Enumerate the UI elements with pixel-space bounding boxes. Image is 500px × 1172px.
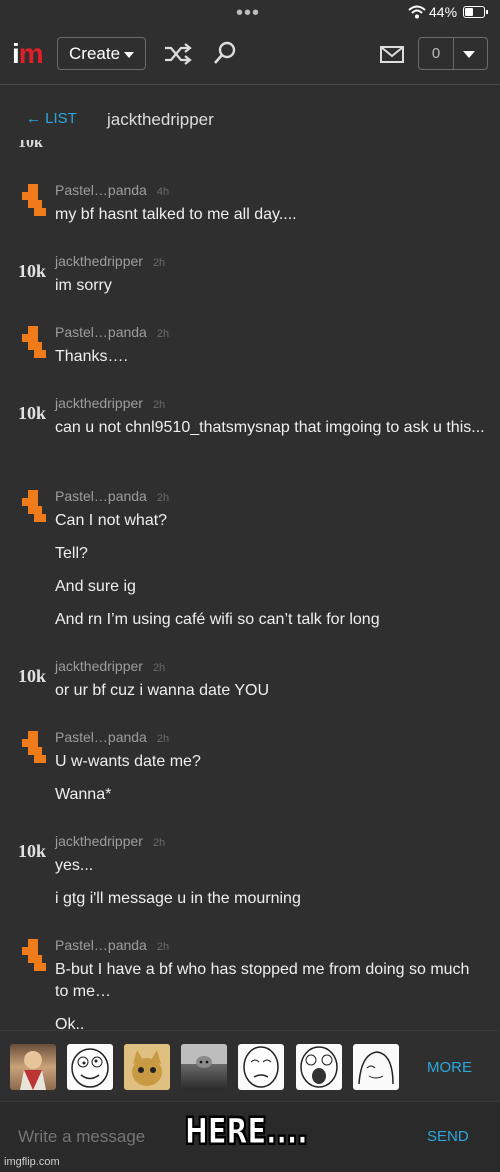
user-avatar[interactable]: 10k (18, 403, 46, 424)
username-text: jackthedripper (55, 833, 143, 849)
message-timestamp: 2h (156, 492, 170, 504)
chat-peer-name: jackthedripper (107, 110, 214, 129)
username-text: Pastel…panda (55, 729, 147, 745)
chat-header: ← LIST jackthedripper (0, 100, 500, 140)
status-bar: ••• 44% (0, 0, 500, 26)
user-avatar[interactable] (20, 490, 50, 524)
cut-off-avatar: 10k (18, 140, 43, 151)
message-text: yes... (55, 857, 94, 874)
create-button[interactable]: Create (57, 37, 146, 70)
message-timestamp: 2h (156, 328, 170, 340)
message-text: Thanks…. (55, 348, 128, 365)
notifications-button[interactable]: 0 (418, 37, 488, 70)
imgflip-logo[interactable]: im (12, 38, 44, 70)
message-text: Ok.. (55, 1016, 85, 1030)
derp-face-sticker[interactable] (67, 1044, 113, 1090)
message-timestamp: 2h (156, 733, 170, 745)
okay-face-sticker[interactable] (238, 1044, 284, 1090)
message-timestamp: 2h (152, 662, 166, 674)
message-text: Wanna* (55, 786, 112, 803)
message-timestamp: 2h (156, 941, 170, 953)
username-text: Pastel…panda (55, 182, 147, 198)
sticker-bar: MORE (0, 1030, 500, 1102)
mail-icon[interactable] (380, 46, 404, 63)
shuffle-icon[interactable] (163, 43, 193, 65)
search-icon[interactable] (212, 40, 238, 66)
message-text: U w-wants date me? (55, 753, 201, 770)
user-avatar[interactable] (20, 939, 50, 973)
message-text: my bf hasnt talked to me all day.... (55, 206, 297, 223)
multitask-dots: ••• (236, 2, 261, 24)
more-stickers-link[interactable]: MORE (427, 1059, 472, 1076)
message-thread[interactable]: 10k Pastel…panda 4h my bf hasnt talked to … (0, 140, 500, 1030)
message-text: Can I not what? (55, 512, 168, 529)
message-timestamp: 4h (156, 186, 170, 198)
top-navigation: im Create 0 (0, 26, 500, 85)
message-username[interactable]: Pastel…panda 2h (55, 324, 169, 340)
user-avatar[interactable] (20, 326, 50, 360)
ceiling-cat-sticker[interactable] (181, 1044, 227, 1090)
message-text: B-but I have a bf who has stopped me fro… (55, 961, 470, 1000)
message-text: And rn I’m using café wifi so can’t talk… (55, 611, 380, 628)
jesus-sticker[interactable] (10, 1044, 56, 1090)
battery-icon (463, 6, 488, 18)
user-avatar[interactable]: 10k (18, 261, 46, 282)
username-text: jackthedripper (55, 658, 143, 674)
message-username[interactable]: Pastel…panda 4h (55, 182, 169, 198)
create-label: Create (69, 44, 121, 63)
meme-caption: HERE.... (185, 1112, 308, 1153)
omg-face-sticker[interactable] (296, 1044, 342, 1090)
message-username[interactable]: jackthedripper 2h (55, 395, 165, 411)
message-username[interactable]: Pastel…panda 2h (55, 937, 169, 953)
user-avatar[interactable]: 10k (18, 666, 46, 687)
username-text: Pastel…panda (55, 324, 147, 340)
message-text: And sure ig (55, 578, 136, 595)
username-text: Pastel…panda (55, 937, 147, 953)
message-text: can u not chnl9510_thatsmysnap that imgo… (55, 419, 485, 436)
user-avatar[interactable] (20, 731, 50, 765)
message-timestamp: 2h (152, 837, 166, 849)
send-button[interactable]: SEND (427, 1128, 469, 1145)
chevron-down-icon[interactable] (463, 51, 475, 58)
username-text: Pastel…panda (55, 488, 147, 504)
message-text: im sorry (55, 277, 112, 294)
watermark: imgflip.com (4, 1156, 60, 1168)
meme-face-sticker[interactable] (353, 1044, 399, 1090)
message-text: Tell? (55, 545, 88, 562)
battery-percent: 44% (429, 4, 458, 20)
message-timestamp: 2h (152, 257, 166, 269)
user-avatar[interactable]: 10k (18, 841, 46, 862)
username-text: jackthedripper (55, 253, 143, 269)
back-to-list-link[interactable]: ← LIST (26, 110, 77, 127)
username-text: jackthedripper (55, 395, 143, 411)
user-avatar[interactable] (20, 184, 50, 218)
cat-sticker[interactable] (124, 1044, 170, 1090)
notification-count: 0 (419, 38, 454, 69)
message-text: or ur bf cuz i wanna date YOU (55, 682, 270, 699)
message-text: i gtg i'll message u in the mourning (55, 890, 301, 907)
chevron-down-icon (124, 51, 135, 58)
wifi-icon (408, 5, 426, 19)
message-username[interactable]: Pastel…panda 2h (55, 729, 169, 745)
message-username[interactable]: jackthedripper 2h (55, 253, 165, 269)
message-username[interactable]: Pastel…panda 2h (55, 488, 169, 504)
message-timestamp: 2h (152, 399, 166, 411)
message-username[interactable]: jackthedripper 2h (55, 658, 165, 674)
message-username[interactable]: jackthedripper 2h (55, 833, 165, 849)
